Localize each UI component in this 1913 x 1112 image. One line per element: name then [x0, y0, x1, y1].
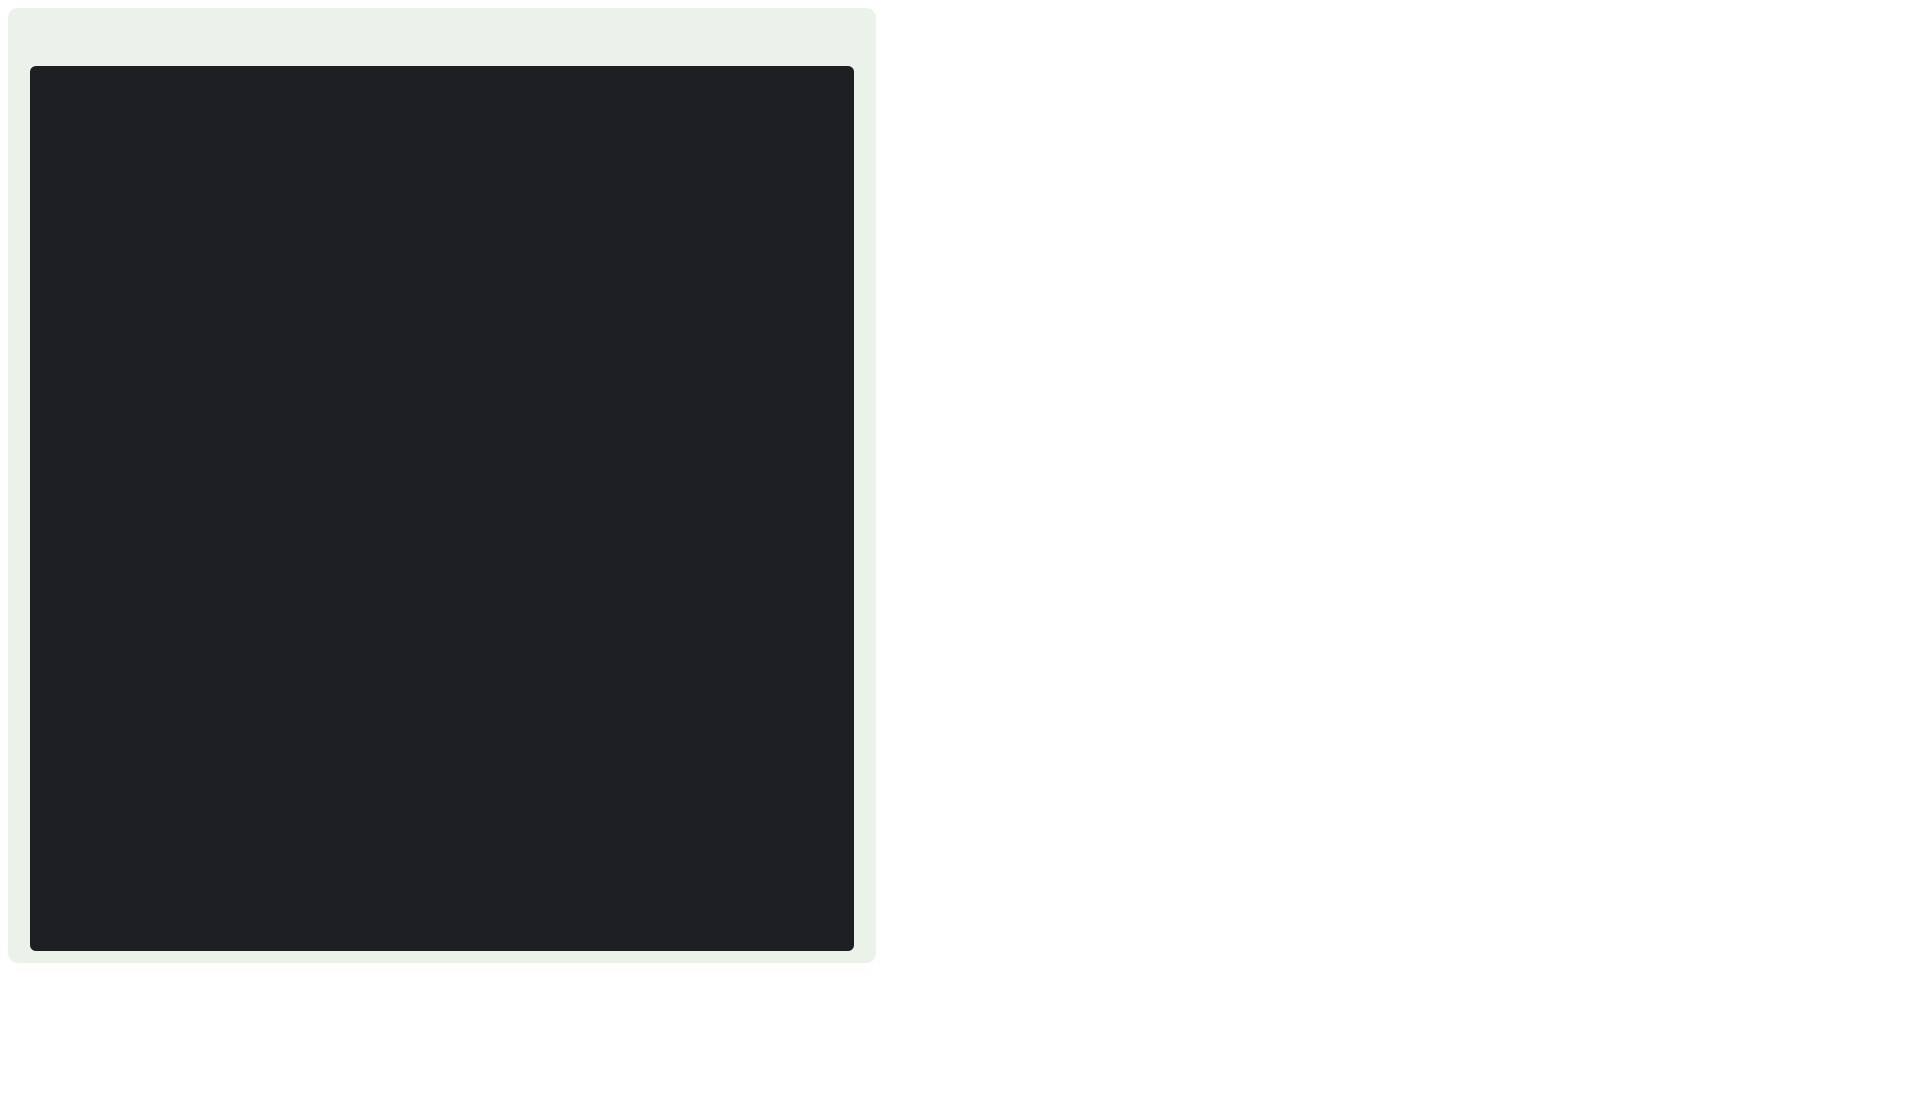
code-card	[8, 8, 876, 963]
code-card-title	[8, 8, 876, 32]
mindmap-page	[0, 0, 1913, 1112]
code-block[interactable]	[30, 66, 854, 951]
